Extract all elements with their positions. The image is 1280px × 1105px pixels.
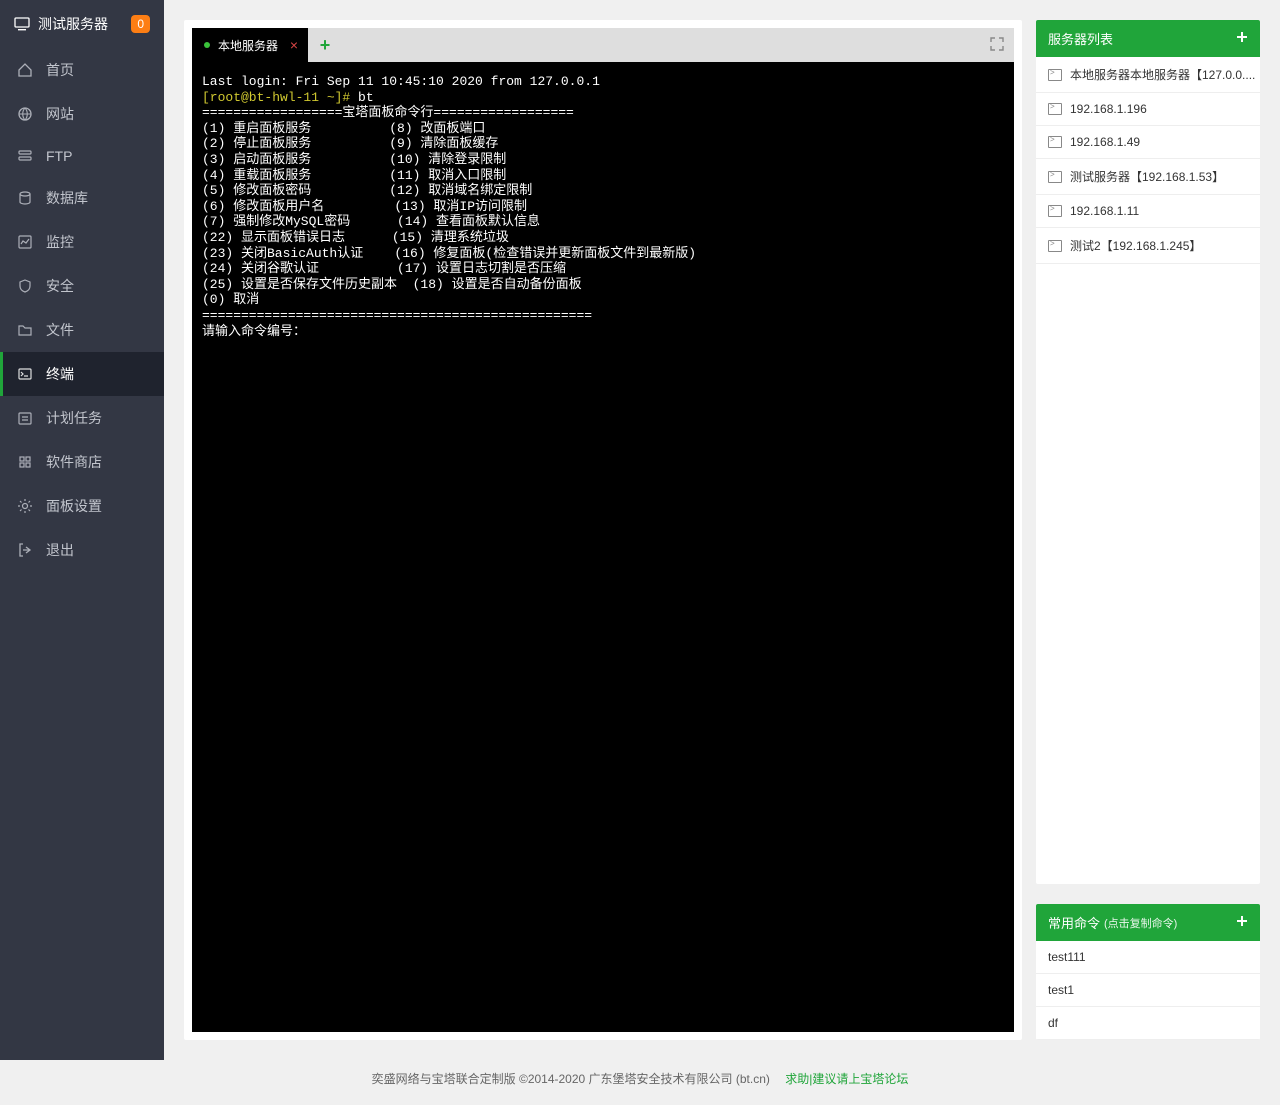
add-tab-button[interactable]: + (308, 35, 342, 56)
server-list-item[interactable]: 本地服务器本地服务器【127.0.0.... (1036, 57, 1260, 93)
command-panel-title: 常用命令 (1048, 913, 1100, 932)
close-icon[interactable]: × (290, 38, 298, 52)
server-name: 测试服务器 (38, 14, 108, 34)
footer-text: 奕盛网络与宝塔联合定制版 ©2014-2020 广东堡塔安全技术有限公司 (bt… (372, 1072, 770, 1086)
tab-label: 本地服务器 (218, 37, 278, 54)
command-panel: 常用命令 (点击复制命令) test111test1df (1036, 904, 1260, 1040)
monitor-icon (16, 234, 34, 250)
nav-item-globe[interactable]: 网站 (0, 92, 164, 136)
nav-item-label: 安全 (46, 276, 74, 296)
sidebar-nav: 首页网站 FTP 数据库监控安全文件终端计划任务软件商店面板设置退出 (0, 48, 164, 572)
server-list-item[interactable]: 测试2【192.168.1.245】 (1036, 228, 1260, 264)
add-command-button[interactable] (1236, 914, 1248, 932)
tab-bar: 本地服务器 × + (192, 28, 1014, 62)
terminal-panel: 本地服务器 × + Last login: Fri Sep 11 10:45:1… (184, 20, 1022, 1040)
add-server-button[interactable] (1236, 30, 1248, 48)
nav-item-logout[interactable]: 退出 (0, 528, 164, 572)
plus-icon (1236, 915, 1248, 927)
server-list: 本地服务器本地服务器【127.0.0.... 192.168.1.196 192.1… (1036, 57, 1260, 264)
terminal-icon (1048, 240, 1062, 252)
nav-item-home[interactable]: 首页 (0, 48, 164, 92)
footer: 奕盛网络与宝塔联合定制版 ©2014-2020 广东堡塔安全技术有限公司 (bt… (0, 1060, 1280, 1105)
server-list-title: 服务器列表 (1048, 29, 1113, 48)
terminal-icon (1048, 205, 1062, 217)
nav-item-label: 数据库 (46, 188, 88, 208)
nav-item-monitor[interactable]: 监控 (0, 220, 164, 264)
folder-icon (16, 322, 34, 338)
command-list: test111test1df (1036, 941, 1260, 1040)
sidebar: 测试服务器 0 首页网站 FTP 数据库监控安全文件终端计划任务软件商店面板设置退出 (0, 0, 164, 1060)
nav-item-label: 终端 (46, 364, 74, 384)
server-list-header: 服务器列表 (1036, 20, 1260, 57)
nav-item-label: 首页 (46, 60, 74, 80)
nav-item-label: 面板设置 (46, 496, 102, 516)
server-item-label: 本地服务器本地服务器【127.0.0.... (1070, 66, 1255, 83)
terminal-icon (1048, 136, 1062, 148)
nav-item-label: 文件 (46, 320, 74, 340)
db-icon (16, 190, 34, 206)
server-item-label: 192.168.1.196 (1070, 102, 1147, 116)
server-list-panel: 服务器列表 本地服务器本地服务器【127.0.0.... 192.168.1.19… (1036, 20, 1260, 884)
nav-item-folder[interactable]: 文件 (0, 308, 164, 352)
task-icon (16, 410, 34, 426)
fullscreen-button[interactable] (980, 37, 1014, 54)
server-list-item[interactable]: 192.168.1.49 (1036, 126, 1260, 159)
settings-icon (16, 498, 34, 514)
command-panel-header: 常用命令 (点击复制命令) (1036, 904, 1260, 941)
shield-icon (16, 278, 34, 294)
home-icon (16, 62, 34, 78)
nav-item-label: FTP (46, 148, 72, 164)
ftp-icon (16, 148, 34, 164)
server-icon (14, 17, 30, 31)
command-list-item[interactable]: test1 (1036, 974, 1260, 1007)
tab-local-server[interactable]: 本地服务器 × (192, 28, 308, 62)
sidebar-header: 测试服务器 0 (0, 0, 164, 48)
nav-item-shield[interactable]: 安全 (0, 264, 164, 308)
nav-item-label: 监控 (46, 232, 74, 252)
terminal-icon (16, 366, 34, 382)
terminal-output[interactable]: Last login: Fri Sep 11 10:45:10 2020 fro… (192, 62, 1014, 1032)
nav-item-db[interactable]: 数据库 (0, 176, 164, 220)
nav-item-label: 软件商店 (46, 452, 102, 472)
nav-item-store[interactable]: 软件商店 (0, 440, 164, 484)
server-item-label: 测试2【192.168.1.245】 (1070, 237, 1201, 254)
logout-icon (16, 542, 34, 558)
terminal-icon (1048, 69, 1062, 81)
command-list-item[interactable]: test111 (1036, 941, 1260, 974)
terminal-icon (1048, 103, 1062, 115)
store-icon (16, 454, 34, 470)
terminal-icon (1048, 171, 1062, 183)
expand-icon (990, 37, 1004, 51)
status-dot-icon (204, 42, 210, 48)
notification-badge[interactable]: 0 (131, 15, 150, 33)
nav-item-label: 计划任务 (46, 408, 102, 428)
nav-item-task[interactable]: 计划任务 (0, 396, 164, 440)
server-item-label: 192.168.1.11 (1070, 204, 1139, 218)
main-content: 本地服务器 × + Last login: Fri Sep 11 10:45:1… (164, 0, 1280, 1060)
footer-link[interactable]: 求助|建议请上宝塔论坛 (785, 1072, 908, 1086)
server-list-item[interactable]: 192.168.1.11 (1036, 195, 1260, 228)
nav-item-ftp[interactable]: FTP (0, 136, 164, 176)
globe-icon (16, 106, 34, 122)
right-column: 服务器列表 本地服务器本地服务器【127.0.0.... 192.168.1.19… (1036, 20, 1260, 1040)
command-panel-subtitle: (点击复制命令) (1104, 915, 1177, 931)
server-list-item[interactable]: 192.168.1.196 (1036, 93, 1260, 126)
command-list-item[interactable]: df (1036, 1007, 1260, 1040)
nav-item-label: 网站 (46, 104, 74, 124)
nav-item-settings[interactable]: 面板设置 (0, 484, 164, 528)
server-list-item[interactable]: 测试服务器【192.168.1.53】 (1036, 159, 1260, 195)
plus-icon (1236, 31, 1248, 43)
server-item-label: 192.168.1.49 (1070, 135, 1140, 149)
nav-item-label: 退出 (46, 540, 74, 560)
server-item-label: 测试服务器【192.168.1.53】 (1070, 168, 1224, 185)
nav-item-terminal[interactable]: 终端 (0, 352, 164, 396)
